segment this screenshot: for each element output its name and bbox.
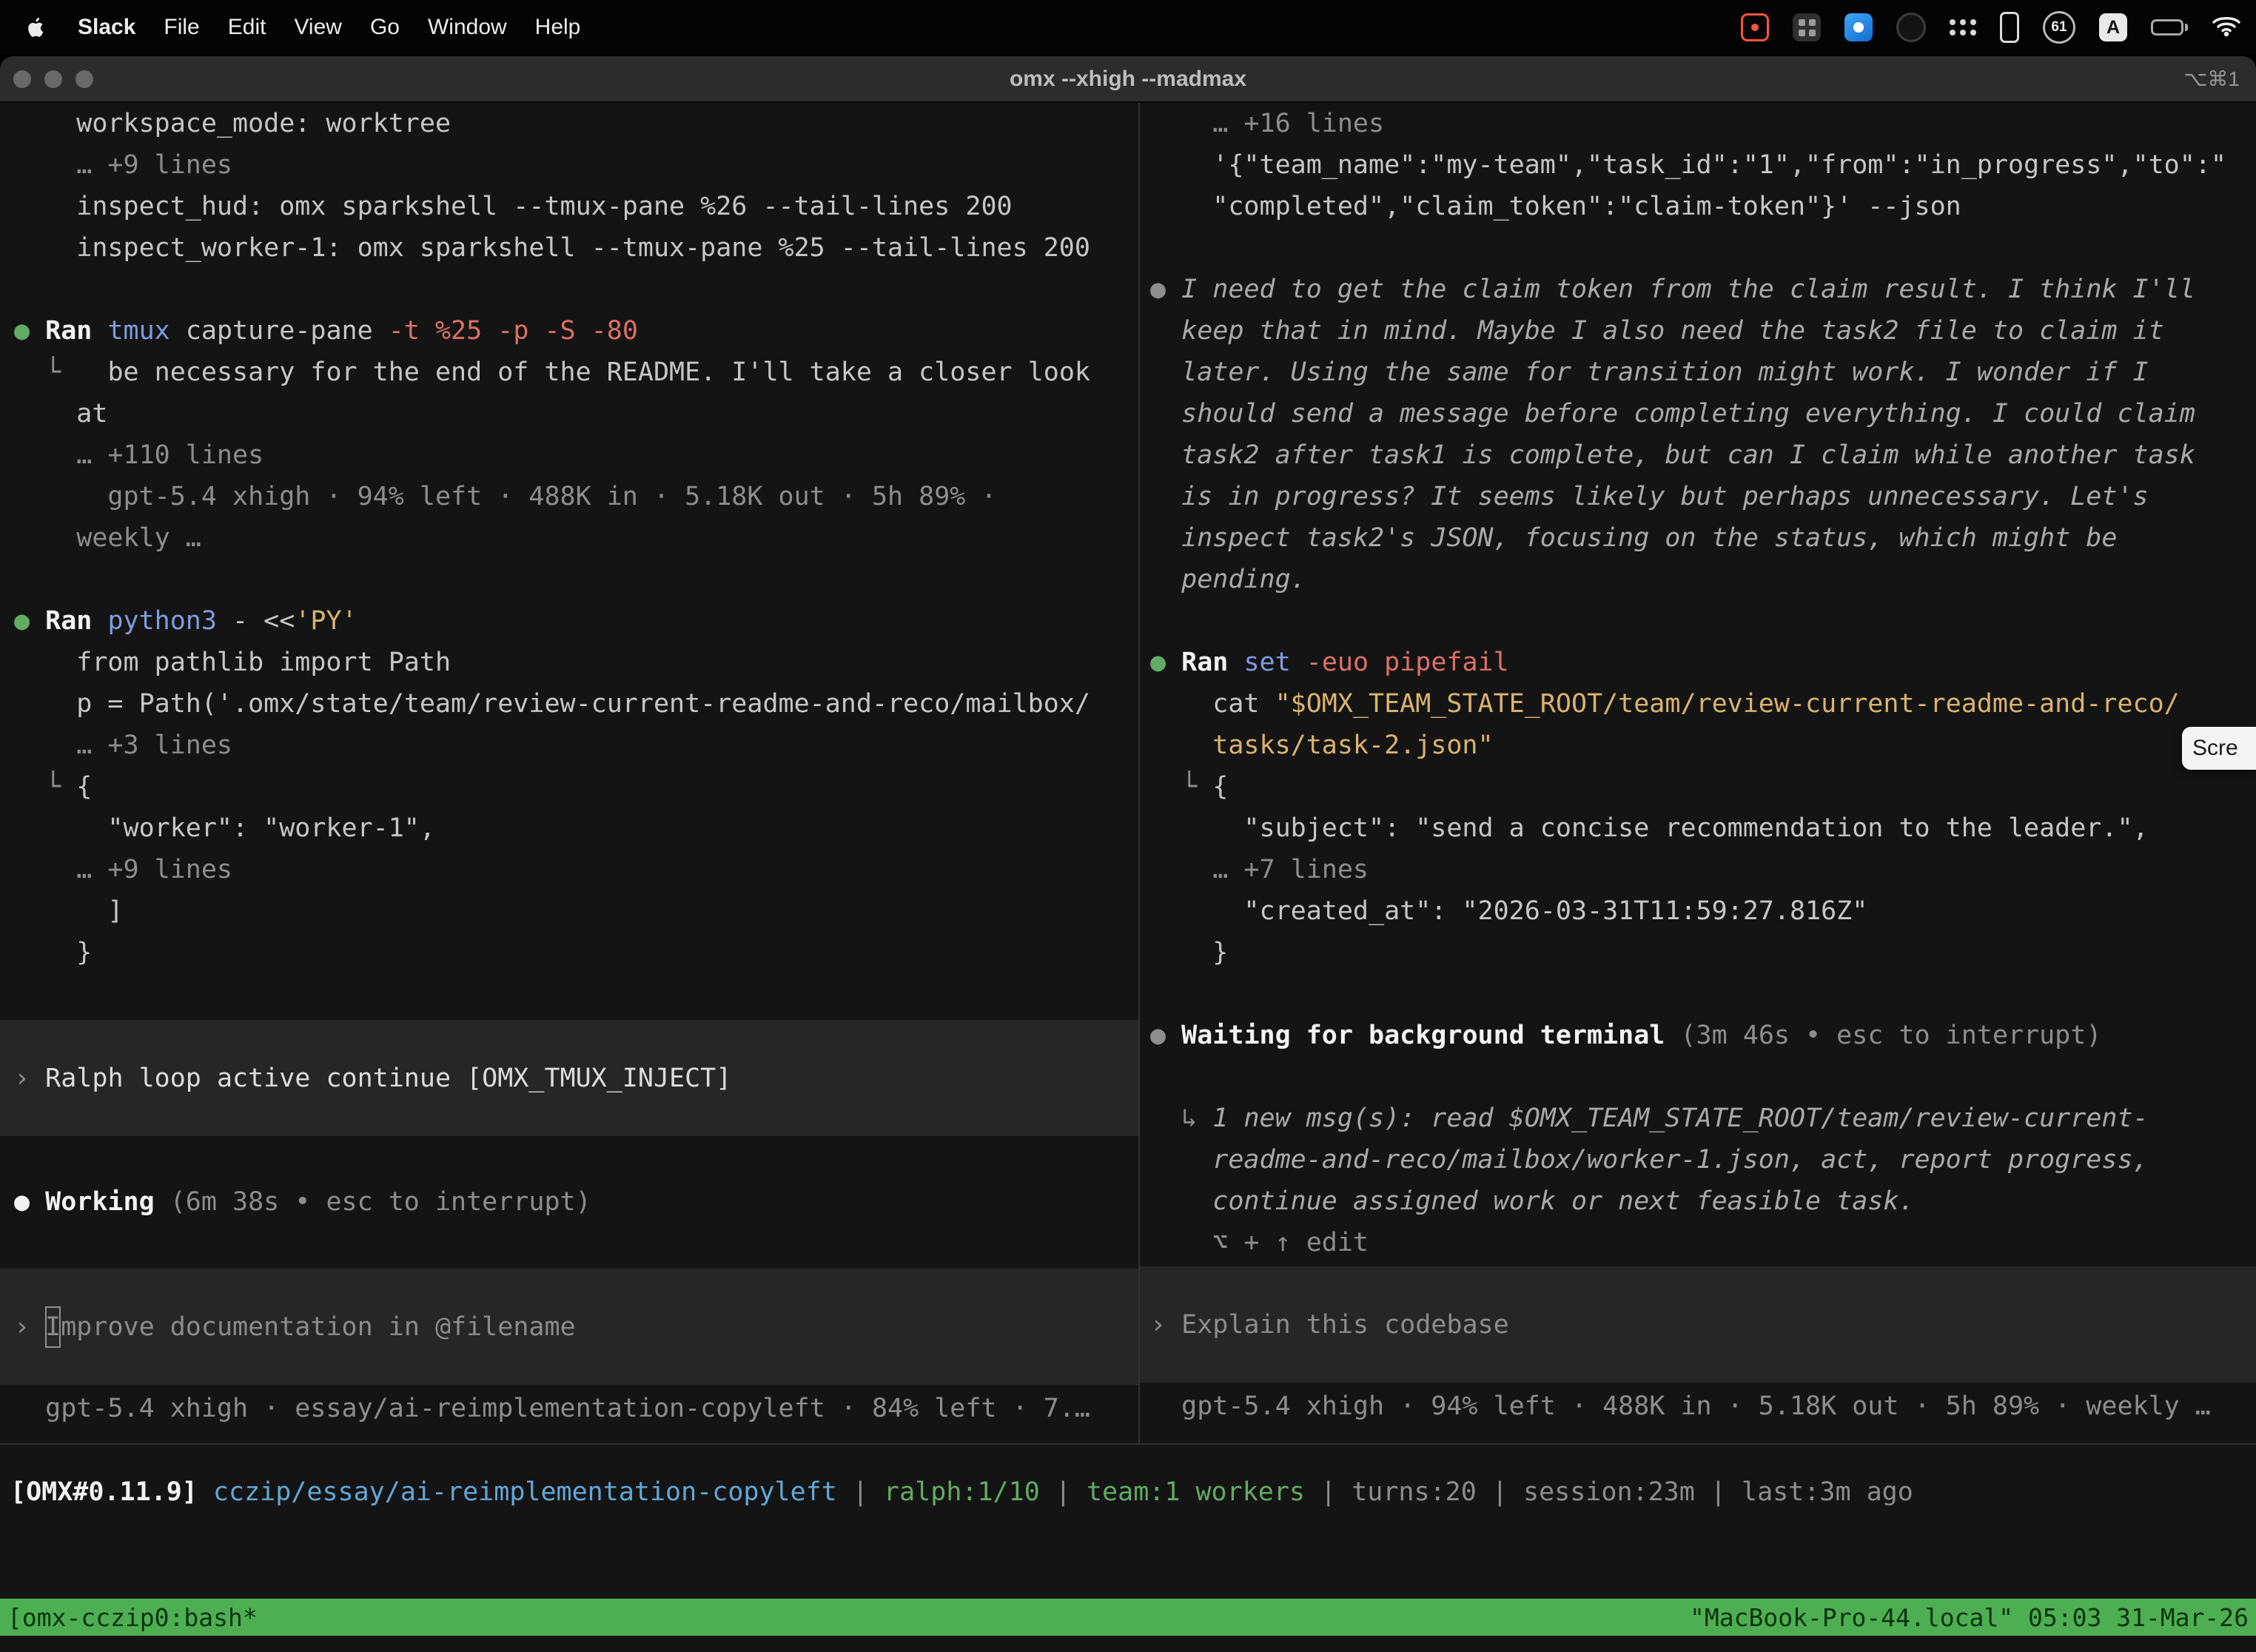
terminal-line: └ { — [1140, 766, 2256, 807]
terminal-line: … +16 lines — [1140, 103, 2256, 144]
menu-bar-status-icons: 61 A — [1741, 11, 2256, 44]
omx-status-line: [OMX#0.11.9] cczip/essay/ai-reimplementa… — [0, 1471, 2256, 1513]
terminal-line: at — [0, 393, 1138, 434]
tmux-panes: workspace_mode: worktree … +9 lines insp… — [0, 103, 2256, 1443]
terminal-line: ● Waiting for background terminal (3m 46… — [1140, 1015, 2256, 1056]
dark-circle-app-icon[interactable] — [1896, 13, 1926, 42]
screen-recording-indicator-icon[interactable] — [1741, 13, 1769, 41]
terminal-line: "worker": "worker-1", — [0, 807, 1138, 849]
menu-bar: Slack File Edit View Go Window Help 61 A — [0, 0, 2256, 55]
terminal-line: ● Ran tmux capture-pane -t %25 -p -S -80 — [0, 310, 1138, 352]
terminal-line: "subject": "send a concise recommendatio… — [1140, 807, 2256, 849]
terminal-line: gpt-5.4 xhigh · 94% left · 488K in · 5.1… — [1140, 1386, 2256, 1427]
terminal-line: "created_at": "2026-03-31T11:59:27.816Z" — [1140, 890, 2256, 932]
terminal-line: p = Path('.omx/state/team/review-current… — [0, 683, 1138, 725]
terminal-line: ● Working (6m 38s • esc to interrupt) — [0, 1181, 1138, 1223]
terminal-line: cat "$OMX_TEAM_STATE_ROOT/team/review-cu… — [1140, 683, 2256, 725]
app-grid-icon[interactable] — [1793, 13, 1821, 41]
terminal-line: } — [0, 932, 1138, 973]
battery-percentage-icon[interactable]: 61 — [2043, 11, 2075, 44]
ralph-loop-band[interactable]: › Ralph loop active continue [OMX_TMUX_I… — [0, 1020, 1138, 1136]
menu-window[interactable]: Window — [414, 15, 521, 40]
app-menu-slack[interactable]: Slack — [64, 15, 150, 40]
blue-app-icon[interactable] — [1844, 13, 1873, 41]
terminal-line: … +9 lines — [0, 144, 1138, 186]
terminal-line: gpt-5.4 xhigh · 94% left · 488K in · 5.1… — [0, 476, 1138, 517]
tmux-host-clock: "MacBook-Pro-44.local" 05:03 31-Mar-26 — [1690, 1603, 2249, 1632]
spacer — [1140, 600, 2256, 642]
dots-grid-icon[interactable] — [1950, 19, 1976, 36]
terminal-line: tasks/task-2.json" — [1140, 725, 2256, 766]
menu-help[interactable]: Help — [521, 15, 595, 40]
terminal-line: inspect_worker-1: omx sparkshell --tmux-… — [0, 227, 1138, 269]
iphone-mirroring-icon[interactable] — [2000, 12, 2019, 43]
menu-file[interactable]: File — [150, 15, 213, 40]
terminal-line: … +7 lines — [1140, 849, 2256, 890]
spacer — [1140, 227, 2256, 269]
terminal-line: task2 after task1 is complete, but can I… — [1140, 434, 2256, 476]
spacer — [0, 973, 1138, 1020]
terminal-body: workspace_mode: worktree … +9 lines insp… — [0, 103, 2256, 1652]
terminal-line: weekly … — [0, 517, 1138, 559]
screen: Slack File Edit View Go Window Help 61 A — [0, 0, 2256, 1652]
apple-logo-icon — [25, 16, 44, 38]
left-terminal-pane[interactable]: workspace_mode: worktree … +9 lines insp… — [0, 103, 1138, 1443]
terminal-line: … +3 lines — [0, 725, 1138, 766]
omx-hud-line: [OMX#0.11.9] cczip/essay/ai-reimplementa… — [0, 1471, 2256, 1513]
hud-divider — [0, 1443, 2256, 1445]
terminal-line: should send a message before completing … — [1140, 393, 2256, 434]
terminal-line: gpt-5.4 xhigh · essay/ai-reimplementatio… — [0, 1388, 1138, 1429]
terminal-line: ↳ 1 new msg(s): read $OMX_TEAM_STATE_ROO… — [1140, 1098, 2256, 1139]
terminal-line: ] — [0, 890, 1138, 932]
terminal-line: "completed","claim_token":"claim-token"}… — [1140, 186, 2256, 227]
spacer — [0, 559, 1138, 600]
terminal-line: readme-and-reco/mailbox/worker-1.json, a… — [1140, 1139, 2256, 1181]
terminal-line: workspace_mode: worktree — [0, 103, 1138, 144]
window-title: omx --xhigh --madmax — [0, 67, 2256, 92]
window-titlebar[interactable]: omx --xhigh --madmax ⌥⌘1 — [0, 56, 2256, 103]
prompt-placeholder-band[interactable]: › Explain this codebase — [1140, 1266, 2256, 1383]
spacer — [1140, 1056, 2256, 1098]
prompt-placeholder-band[interactable]: › Improve documentation in @filename — [0, 1269, 1138, 1385]
spacer — [0, 269, 1138, 310]
tmux-session-label: [omx-cczip0:bash* — [7, 1603, 258, 1632]
menu-bar-menus: Slack File Edit View Go Window Help — [0, 15, 594, 40]
terminal-line: … +9 lines — [0, 849, 1138, 890]
spacer — [0, 1136, 1138, 1181]
terminal-line: ● Ran python3 - <<'PY' — [0, 600, 1138, 642]
apple-menu[interactable] — [25, 16, 44, 38]
right-terminal-pane[interactable]: … +16 lines '{"team_name":"my-team","tas… — [1140, 103, 2256, 1443]
terminal-line: └ { — [0, 766, 1138, 807]
wifi-icon[interactable] — [2212, 14, 2241, 41]
terminal-line: continue assigned work or next feasible … — [1140, 1181, 2256, 1222]
tmux-status-bar: [omx-cczip0:bash* "MacBook-Pro-44.local"… — [0, 1599, 2256, 1636]
screenshot-preview-popup[interactable]: Scre — [2182, 727, 2256, 770]
menu-view[interactable]: View — [280, 15, 355, 40]
terminal-line: } — [1140, 932, 2256, 973]
terminal-line: … +110 lines — [0, 434, 1138, 476]
terminal-line: later. Using the same for transition mig… — [1140, 352, 2256, 393]
terminal-line: ⌥ + ↑ edit — [1140, 1222, 2256, 1263]
input-source-icon[interactable]: A — [2099, 13, 2127, 41]
spacer — [0, 1223, 1138, 1269]
terminal-line: ● Ran set -euo pipefail — [1140, 642, 2256, 683]
terminal-line: is in progress? It seems likely but perh… — [1140, 476, 2256, 517]
menu-edit[interactable]: Edit — [214, 15, 281, 40]
terminal-window: omx --xhigh --madmax ⌥⌘1 workspace_mode:… — [0, 56, 2256, 1652]
window-shortcut-hint: ⌥⌘1 — [2183, 67, 2240, 91]
terminal-line: pending. — [1140, 559, 2256, 600]
menu-go[interactable]: Go — [356, 15, 414, 40]
battery-icon[interactable] — [2151, 19, 2188, 36]
spacer — [1140, 973, 2256, 1015]
terminal-line: keep that in mind. Maybe I also need the… — [1140, 310, 2256, 352]
terminal-line: └ be necessary for the end of the README… — [0, 352, 1138, 393]
terminal-line: ● I need to get the claim token from the… — [1140, 269, 2256, 310]
terminal-line: '{"team_name":"my-team","task_id":"1","f… — [1140, 144, 2256, 186]
terminal-line: inspect_hud: omx sparkshell --tmux-pane … — [0, 186, 1138, 227]
terminal-line: inspect task2's JSON, focusing on the st… — [1140, 517, 2256, 559]
terminal-line: from pathlib import Path — [0, 642, 1138, 683]
